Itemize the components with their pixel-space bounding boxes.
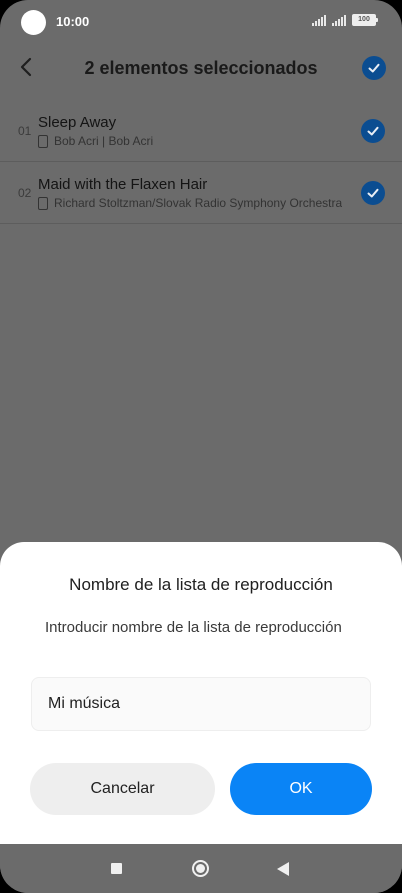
song-title: Sleep Away <box>38 114 117 131</box>
song-subtitle: Bob Acri | Bob Acri <box>38 134 348 148</box>
song-artist: Bob Acri | Bob Acri <box>54 134 154 148</box>
status-icons: 100 <box>312 14 378 26</box>
song-number: 01 <box>18 124 32 138</box>
playlist-name-input[interactable] <box>31 677 371 731</box>
song-check-icon[interactable] <box>361 119 385 143</box>
dialog-hint: Introducir nombre de la lista de reprodu… <box>45 619 342 636</box>
song-artist: Richard Stoltzman/Slovak Radio Symphony … <box>54 196 343 210</box>
song-title: Maid with the Flaxen Hair <box>38 176 208 193</box>
check-mark-icon <box>367 126 379 136</box>
song-row[interactable]: 01 Sleep Away Bob Acri | Bob Acri <box>0 100 402 162</box>
song-list: 01 Sleep Away Bob Acri | Bob Acri 02 Mai… <box>0 100 402 224</box>
song-subtitle: Richard Stoltzman/Slovak Radio Symphony … <box>38 196 348 210</box>
phone-storage-icon <box>38 134 48 148</box>
battery-level: 100 <box>358 16 370 23</box>
playlist-name-dialog: Nombre de la lista de reproducción Intro… <box>0 542 402 844</box>
battery-icon: 100 <box>352 14 378 26</box>
navigation-bar <box>0 844 402 893</box>
signal-icon-2 <box>332 14 346 26</box>
song-check-icon[interactable] <box>361 181 385 205</box>
home-icon[interactable] <box>192 860 209 877</box>
cancel-button[interactable]: Cancelar <box>30 763 215 815</box>
dialog-title: Nombre de la lista de reproducción <box>69 575 333 594</box>
recents-icon[interactable] <box>111 863 122 874</box>
selection-header: 2 elementos seleccionados <box>0 44 402 94</box>
phone-storage-icon <box>38 196 48 210</box>
status-bar: 10:00 100 <box>0 0 402 44</box>
screen: 10:00 100 2 elementos seleccionados 01 S… <box>0 0 402 893</box>
nav-back-icon[interactable] <box>277 862 289 876</box>
song-number: 02 <box>18 186 32 200</box>
page-title: 2 elementos seleccionados <box>84 58 318 78</box>
front-camera <box>21 10 46 35</box>
check-mark-icon <box>368 63 380 73</box>
signal-icon <box>312 14 326 26</box>
song-row[interactable]: 02 Maid with the Flaxen Hair Richard Sto… <box>0 162 402 224</box>
status-time: 10:00 <box>56 14 90 29</box>
ok-button[interactable]: OK <box>230 763 372 815</box>
select-all-check-icon[interactable] <box>362 56 386 80</box>
check-mark-icon <box>367 188 379 198</box>
